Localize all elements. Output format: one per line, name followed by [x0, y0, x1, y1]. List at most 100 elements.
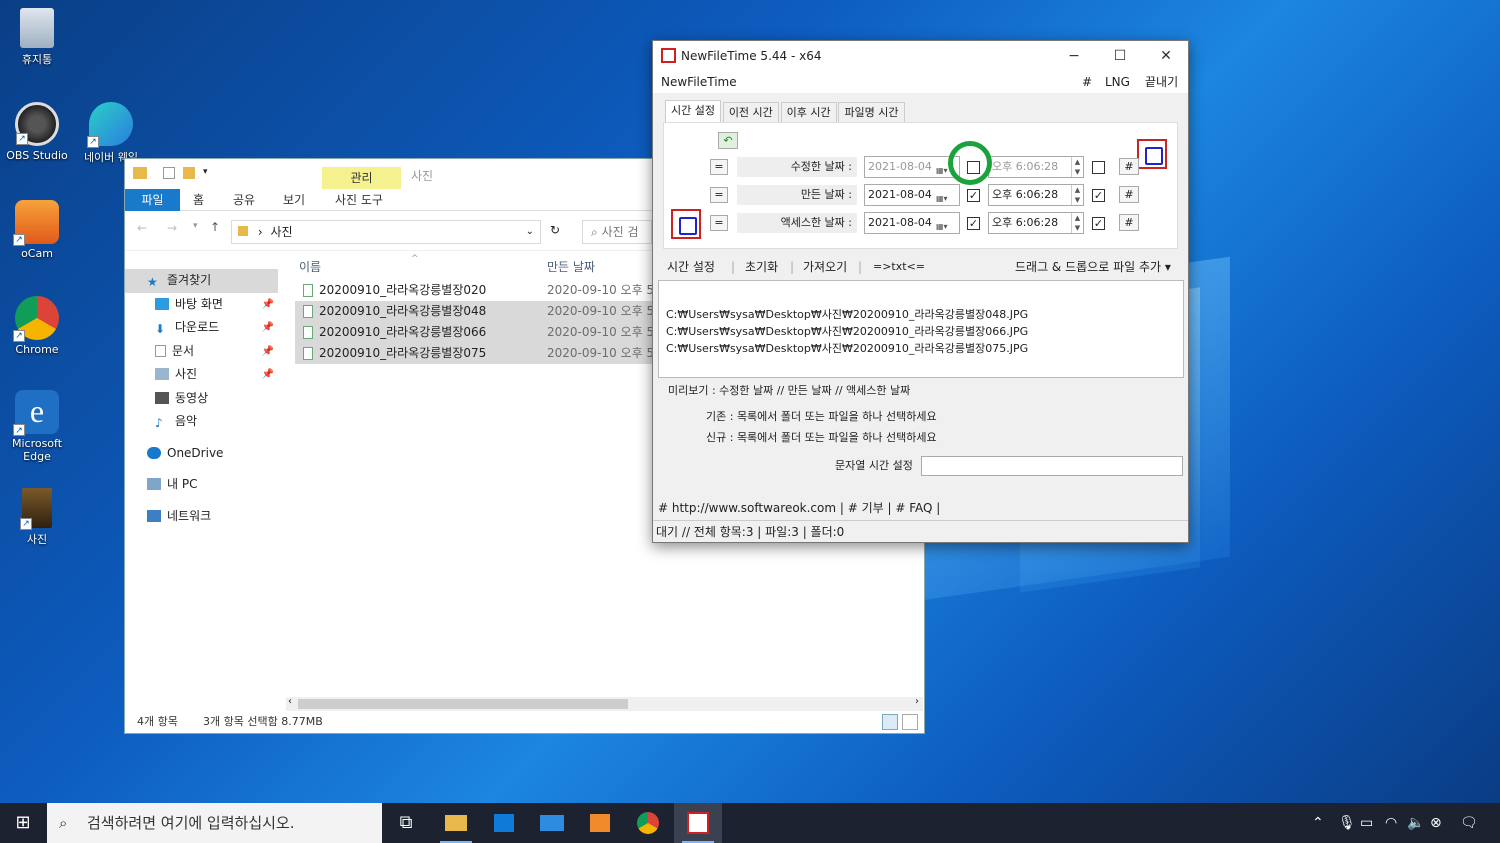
column-name[interactable]: 이름: [299, 254, 321, 280]
scroll-right-icon[interactable]: ›: [915, 696, 919, 707]
spin-icon[interactable]: ▲ ▼: [1071, 213, 1083, 233]
battery-icon[interactable]: ▭: [1360, 803, 1373, 843]
tab-view[interactable]: 보기: [283, 189, 305, 211]
microphone-icon[interactable]: 🎙: [1338, 803, 1356, 843]
details-view-icon[interactable]: [882, 714, 898, 730]
pin-icon[interactable]: 📌: [262, 293, 274, 317]
taskbar-mail[interactable]: [528, 803, 576, 843]
up-icon[interactable]: ↑: [210, 220, 220, 234]
qat-newfolder-icon[interactable]: [183, 167, 195, 179]
nav-onedrive[interactable]: OneDrive: [125, 442, 278, 466]
refresh-icon[interactable]: ↻: [550, 223, 560, 237]
forward-icon[interactable]: →: [167, 221, 177, 235]
maximize-button[interactable]: ☐: [1097, 41, 1143, 71]
nav-network[interactable]: 네트워크: [125, 505, 278, 529]
desktop-icon-ocam[interactable]: ↗ oCam: [0, 200, 74, 260]
qat-properties-icon[interactable]: [163, 167, 175, 179]
list-item[interactable]: C:₩Users₩sysa₩Desktop₩사진₩20200910_라라옥강릉별…: [666, 306, 1028, 322]
time-picker[interactable]: 오후 6:06:28 ▲ ▼: [988, 184, 1084, 206]
nav-desktop[interactable]: 바탕 화면 📌: [125, 293, 278, 317]
scroll-thumb[interactable]: [298, 699, 628, 709]
time-enable-checkbox[interactable]: [1092, 161, 1105, 174]
equal-button[interactable]: =: [710, 215, 728, 231]
nav-documents[interactable]: 문서 📌: [125, 340, 278, 364]
nav-pictures[interactable]: 사진 📌: [125, 363, 278, 387]
back-icon[interactable]: ←: [137, 221, 147, 235]
links-bar[interactable]: # http://www.softwareok.com | # 기부 | # F…: [658, 497, 1184, 519]
file-path-list[interactable]: C:₩Users₩sysa₩Desktop₩사진₩20200910_라라옥강릉별…: [658, 280, 1184, 378]
nav-quick-access[interactable]: ★ 즐겨찾기: [125, 269, 278, 293]
minimize-button[interactable]: −: [1051, 41, 1097, 71]
time-picker[interactable]: 오후 6:06:28 ▲ ▼: [988, 156, 1084, 178]
wifi-icon[interactable]: ◠: [1385, 803, 1397, 843]
pin-icon[interactable]: 📌: [262, 316, 274, 340]
time-enable-checkbox[interactable]: ✓: [1092, 217, 1105, 230]
date-picker[interactable]: 2021-08-04 ▦▾: [864, 184, 960, 206]
tiles-view-icon[interactable]: [902, 714, 918, 730]
scroll-left-icon[interactable]: ‹: [288, 696, 292, 707]
drag-drop-add-button[interactable]: 드래그 & 드롭으로 파일 추가 ▾: [1015, 255, 1171, 279]
equal-button[interactable]: =: [710, 159, 728, 175]
desktop-icon-edge[interactable]: e ↗ Microsoft Edge: [0, 390, 74, 463]
calendar-dropdown-icon[interactable]: ▦▾: [936, 217, 956, 231]
list-item[interactable]: C:₩Users₩sysa₩Desktop₩사진₩20200910_라라옥강릉별…: [666, 323, 1028, 339]
list-item[interactable]: C:₩Users₩sysa₩Desktop₩사진₩20200910_라라옥강릉별…: [666, 340, 1028, 356]
equal-button[interactable]: =: [710, 187, 728, 203]
spin-icon[interactable]: ▲ ▼: [1071, 157, 1083, 177]
tab-picture-tools[interactable]: 사진 도구: [335, 189, 383, 211]
tab-manage[interactable]: 관리: [322, 167, 401, 189]
address-box[interactable]: › 사진 ⌄: [231, 220, 541, 244]
menu-lng[interactable]: LNG: [1105, 71, 1130, 93]
action-center-icon[interactable]: 🗨: [1460, 803, 1478, 843]
task-view-button[interactable]: ⧉: [382, 803, 430, 843]
nav-videos[interactable]: 동영상: [125, 387, 278, 411]
menu-exit[interactable]: 끝내기: [1145, 71, 1178, 93]
taskbar-file-explorer[interactable]: [432, 803, 480, 843]
tab-before-time[interactable]: 이전 시간: [722, 102, 779, 122]
time-picker[interactable]: 오후 6:06:28 ▲ ▼: [988, 212, 1084, 234]
refresh-arrow-icon[interactable]: ↶: [718, 132, 738, 149]
taskbar-ocam[interactable]: [576, 803, 624, 843]
date-picker[interactable]: 2021-08-04 ▦▾: [864, 156, 960, 178]
search-input[interactable]: ⌕ 사진 검: [582, 220, 652, 244]
spin-icon[interactable]: ▲ ▼: [1071, 185, 1083, 205]
date-enable-checkbox[interactable]: ✓: [967, 217, 980, 230]
tab-time-set[interactable]: 시간 설정: [665, 100, 721, 122]
taskbar-newfiletime[interactable]: [674, 803, 722, 843]
notification-off-icon[interactable]: ⊗: [1430, 803, 1442, 843]
hash-button[interactable]: #: [1119, 158, 1139, 175]
address-dropdown-icon[interactable]: ⌄: [526, 221, 534, 243]
reset-button[interactable]: 초기화: [745, 255, 778, 279]
start-button[interactable]: ⊞: [0, 803, 46, 843]
recent-dropdown-icon[interactable]: ▾: [193, 221, 198, 231]
tab-home[interactable]: 홈: [193, 189, 204, 211]
set-time-button[interactable]: 시간 설정: [667, 255, 715, 279]
tab-filename-time[interactable]: 파일명 시간: [838, 102, 905, 122]
menu-hash[interactable]: #: [1082, 71, 1092, 93]
tab-file[interactable]: 파일: [125, 189, 180, 211]
desktop-icon-recycle-bin[interactable]: 휴지통: [0, 8, 74, 67]
taskbar-store[interactable]: [480, 803, 528, 843]
desktop-icon-whale[interactable]: ↗ 네이버 웨일: [74, 102, 148, 165]
breadcrumb[interactable]: 사진: [270, 225, 292, 239]
import-button[interactable]: 가져오기: [803, 255, 847, 279]
date-enable-checkbox[interactable]: ✓: [967, 189, 980, 202]
column-date[interactable]: 만든 날짜: [547, 254, 595, 280]
calendar-dropdown-icon[interactable]: ▦▾: [936, 189, 956, 203]
desktop-icon-photos[interactable]: ↗ 사진: [0, 488, 74, 547]
txt-button[interactable]: =>txt<=: [873, 255, 925, 279]
pin-icon[interactable]: 📌: [262, 363, 274, 387]
hash-button[interactable]: #: [1119, 186, 1139, 203]
hash-button[interactable]: #: [1119, 214, 1139, 231]
nav-music[interactable]: ♪ 음악: [125, 410, 278, 434]
taskbar-chrome[interactable]: [624, 803, 672, 843]
pin-icon[interactable]: 📌: [262, 340, 274, 364]
taskbar-search-input[interactable]: ⌕ 검색하려면 여기에 입력하십시오.: [47, 803, 382, 843]
tab-share[interactable]: 공유: [233, 189, 255, 211]
time-enable-checkbox[interactable]: ✓: [1092, 189, 1105, 202]
volume-icon[interactable]: 🔈: [1407, 803, 1424, 843]
desktop-icon-chrome[interactable]: ↗ Chrome: [0, 296, 74, 356]
desktop-icon-obs[interactable]: ↗ OBS Studio: [0, 102, 74, 162]
tab-after-time[interactable]: 이후 시간: [780, 102, 837, 122]
qat-dropdown-icon[interactable]: ▾: [203, 167, 208, 177]
